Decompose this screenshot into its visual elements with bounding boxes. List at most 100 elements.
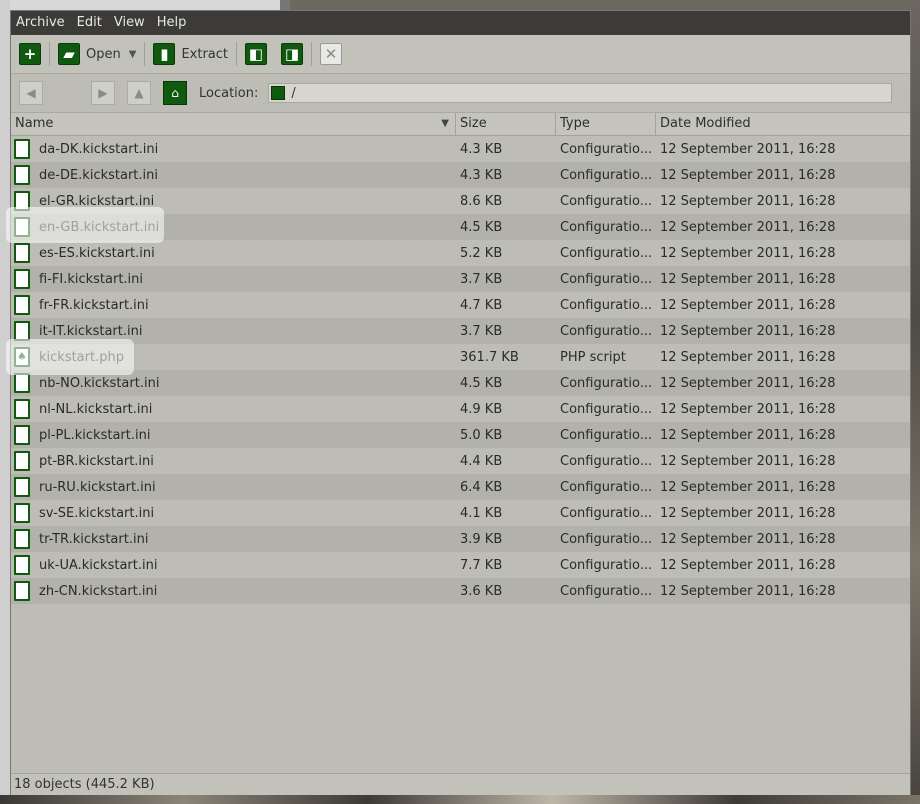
file-size: 4.5 KB: [460, 219, 503, 235]
file-name-cell[interactable]: en-GB.kickstart.ini: [11, 217, 456, 237]
add-files-button[interactable]: ◧: [245, 39, 267, 69]
file-name: da-DK.kickstart.ini: [39, 141, 159, 157]
file-name: pl-PL.kickstart.ini: [39, 427, 151, 443]
file-type: Configuratio...: [560, 479, 653, 495]
file-size: 4.4 KB: [460, 453, 503, 469]
list-header: Name ▼ Size Type Date Modified: [11, 113, 910, 136]
table-row[interactable]: de-DE.kickstart.ini 4.3 KB Configuratio...…: [11, 162, 910, 188]
file-name-cell[interactable]: kickstart.php: [11, 347, 456, 367]
file-type: Configuratio...: [560, 583, 653, 599]
file-name-cell[interactable]: nl-NL.kickstart.ini: [11, 399, 456, 419]
file-size: 3.7 KB: [460, 271, 503, 287]
status-text: 18 objects (445.2 KB): [14, 777, 155, 792]
file-name-cell[interactable]: de-DE.kickstart.ini: [11, 165, 456, 185]
file-name: nl-NL.kickstart.ini: [39, 401, 153, 417]
file-size: 4.3 KB: [460, 141, 503, 157]
file-date-modified: 12 September 2011, 16:28: [660, 453, 836, 469]
open-button[interactable]: ▰ Open: [58, 39, 121, 69]
desktop-background: [0, 0, 10, 804]
toolbar: + ▰ Open ▼ ▮ Extract ◧ ◨ ✕: [11, 35, 910, 74]
file-name-cell[interactable]: fr-FR.kickstart.ini: [11, 295, 456, 315]
stop-button[interactable]: ✕: [320, 39, 342, 69]
file-date-modified: 12 September 2011, 16:28: [660, 141, 836, 157]
table-row[interactable]: fi-FI.kickstart.ini 3.7 KB Configuratio...…: [11, 266, 910, 292]
close-icon: ✕: [320, 43, 342, 65]
file-type: PHP script: [560, 349, 626, 365]
archive-icon: [271, 86, 286, 100]
menu-help[interactable]: Help: [151, 11, 193, 35]
table-row[interactable]: fr-FR.kickstart.ini 4.7 KB Configuratio...…: [11, 292, 910, 318]
forward-button[interactable]: ▶: [91, 81, 115, 105]
table-row[interactable]: es-ES.kickstart.ini 5.2 KB Configuratio...…: [11, 240, 910, 266]
add-folder-button[interactable]: ◨: [281, 39, 303, 69]
file-name-cell[interactable]: tr-TR.kickstart.ini: [11, 529, 456, 549]
column-header-size[interactable]: Size: [456, 113, 556, 135]
file-name-cell[interactable]: sv-SE.kickstart.ini: [11, 503, 456, 523]
table-row[interactable]: el-GR.kickstart.ini 8.6 KB Configuratio...…: [11, 188, 910, 214]
file-date-modified: 12 September 2011, 16:28: [660, 583, 836, 599]
table-row[interactable]: uk-UA.kickstart.ini 7.7 KB Configuratio...…: [11, 552, 910, 578]
file-size: 3.7 KB: [460, 323, 503, 339]
menu-archive[interactable]: Archive: [11, 11, 71, 35]
file-date-modified: 12 September 2011, 16:28: [660, 479, 836, 495]
file-name-cell[interactable]: uk-UA.kickstart.ini: [11, 555, 456, 575]
file-name: en-GB.kickstart.ini: [39, 219, 160, 235]
table-row[interactable]: da-DK.kickstart.ini 4.3 KB Configuratio...…: [11, 136, 910, 162]
location-field[interactable]: /: [268, 83, 893, 103]
toolbar-separator: [311, 42, 312, 66]
toolbar-separator: [144, 42, 146, 66]
table-row[interactable]: pt-BR.kickstart.ini 4.4 KB Configuratio...…: [11, 448, 910, 474]
file-name-cell[interactable]: nb-NO.kickstart.ini: [11, 373, 456, 393]
file-name-cell[interactable]: es-ES.kickstart.ini: [11, 243, 456, 263]
document-icon: [14, 243, 30, 263]
file-name-cell[interactable]: it-IT.kickstart.ini: [11, 321, 456, 341]
file-name-cell[interactable]: da-DK.kickstart.ini: [11, 139, 456, 159]
toolbar-separator: [236, 42, 237, 66]
file-name-cell[interactable]: el-GR.kickstart.ini: [11, 191, 456, 211]
extract-button[interactable]: ▮ Extract: [153, 39, 228, 69]
file-size: 3.9 KB: [460, 531, 503, 547]
column-header-type[interactable]: Type: [556, 113, 656, 135]
column-header-name[interactable]: Name ▼: [11, 113, 456, 135]
column-header-date[interactable]: Date Modified: [656, 113, 910, 135]
back-button[interactable]: ◀: [19, 81, 43, 105]
file-size: 3.6 KB: [460, 583, 503, 599]
add-files-icon: ◧: [245, 43, 267, 65]
table-row[interactable]: pl-PL.kickstart.ini 5.0 KB Configuratio...…: [11, 422, 910, 448]
home-button[interactable]: ⌂: [163, 81, 187, 105]
table-row[interactable]: ru-RU.kickstart.ini 6.4 KB Configuratio...…: [11, 474, 910, 500]
status-bar: 18 objects (445.2 KB): [11, 773, 910, 795]
up-button[interactable]: ▲: [127, 81, 151, 105]
menu-view[interactable]: View: [108, 11, 151, 35]
file-name-cell[interactable]: zh-CN.kickstart.ini: [11, 581, 456, 601]
document-icon: [14, 451, 30, 471]
document-icon: [14, 295, 30, 315]
file-name-cell[interactable]: pl-PL.kickstart.ini: [11, 425, 456, 445]
file-name: uk-UA.kickstart.ini: [39, 557, 158, 573]
table-row[interactable]: en-GB.kickstart.ini 4.5 KB Configuratio...…: [11, 214, 910, 240]
document-icon: [14, 399, 30, 419]
chevron-down-icon[interactable]: ▼: [129, 49, 137, 60]
menu-edit[interactable]: Edit: [71, 11, 108, 35]
table-row[interactable]: nb-NO.kickstart.ini 4.5 KB Configuratio...…: [11, 370, 910, 396]
file-name-cell[interactable]: ru-RU.kickstart.ini: [11, 477, 456, 497]
table-row[interactable]: sv-SE.kickstart.ini 4.1 KB Configuratio...…: [11, 500, 910, 526]
file-name-cell[interactable]: pt-BR.kickstart.ini: [11, 451, 456, 471]
column-header-size-label: Size: [460, 116, 487, 131]
file-name: es-ES.kickstart.ini: [39, 245, 155, 261]
document-icon: [14, 373, 30, 393]
file-name: fr-FR.kickstart.ini: [39, 297, 149, 313]
document-icon: [14, 477, 30, 497]
file-date-modified: 12 September 2011, 16:28: [660, 323, 836, 339]
file-name-cell[interactable]: fi-FI.kickstart.ini: [11, 269, 456, 289]
desktop-background: [911, 0, 920, 804]
table-row[interactable]: nl-NL.kickstart.ini 4.9 KB Configuratio...…: [11, 396, 910, 422]
document-icon: [14, 165, 30, 185]
table-row[interactable]: it-IT.kickstart.ini 3.7 KB Configuratio...…: [11, 318, 910, 344]
file-name: nb-NO.kickstart.ini: [39, 375, 160, 391]
column-header-name-label: Name: [15, 116, 54, 131]
table-row[interactable]: zh-CN.kickstart.ini 3.6 KB Configuratio...…: [11, 578, 910, 604]
new-archive-button[interactable]: +: [19, 39, 41, 69]
table-row[interactable]: tr-TR.kickstart.ini 3.9 KB Configuratio...…: [11, 526, 910, 552]
table-row[interactable]: kickstart.php 361.7 KB PHP script 12 Septem…: [11, 344, 910, 370]
